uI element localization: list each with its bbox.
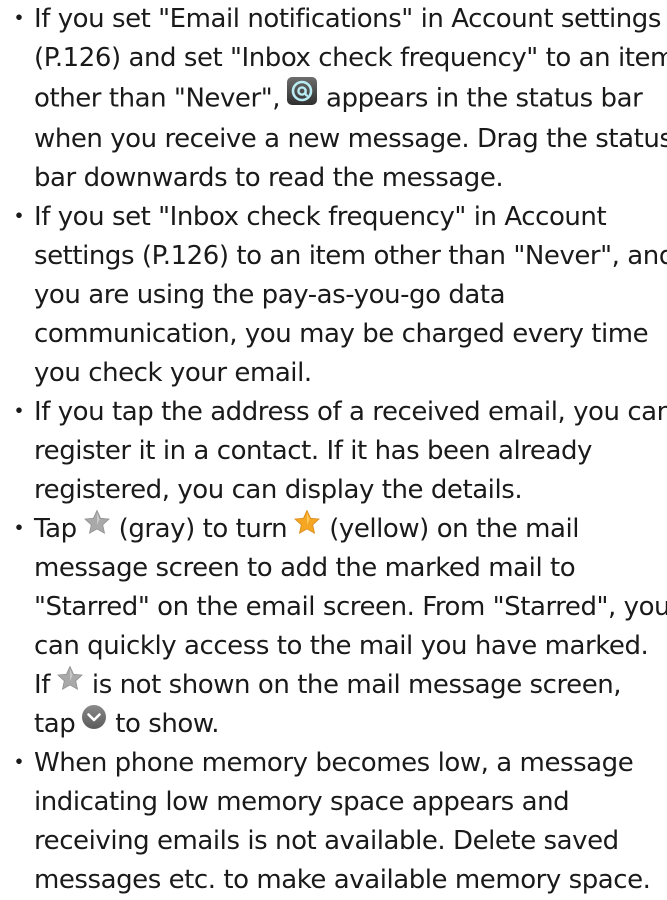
note-line: can quickly access to the mail you have … [34, 631, 649, 661]
bullet: ・ [6, 4, 32, 34]
note-line: registered, you can display the details. [34, 475, 523, 505]
note-line: When phone memory becomes low, a message [34, 748, 634, 778]
note-text: other than "Never", [34, 83, 281, 114]
note-line: bar downwards to read the message. [34, 163, 504, 193]
note-line: message screen to add the marked mail to [34, 553, 576, 583]
note-text: is not shown on the mail message screen, [91, 670, 622, 700]
note-text: (gray) to turn [118, 514, 288, 544]
note-line: If you set "Email notifications" in Acco… [34, 4, 661, 34]
star-yellow-icon [293, 508, 321, 547]
note-line: If you tap the address of a received ema… [34, 397, 667, 427]
bullet: ・ [6, 748, 32, 778]
star-gray-icon [56, 664, 84, 703]
note-line: you check your email. [34, 358, 312, 388]
note-text: (yellow) on the mail [329, 514, 580, 544]
note-line: you are using the pay-as-you-go data [34, 280, 506, 310]
expand-chevron-icon [81, 703, 107, 742]
note-line: (P.126) and set "Inbox check frequency" … [34, 43, 667, 73]
note-line: when you receive a new message. Drag the… [34, 124, 667, 154]
note-line: settings (P.126) to an item other than "… [34, 241, 667, 271]
note-email-notifications: ・ If you set "Email notifications" in Ac… [0, 0, 667, 198]
note-line: register it in a contact. If it has been… [34, 436, 592, 466]
note-line: receiving emails is not available. Delet… [34, 826, 619, 856]
note-line: If you set "Inbox check frequency" in Ac… [34, 202, 607, 232]
note-starred-mail: ・ Tap (gray) to turn (yellow) on the mai… [0, 508, 667, 744]
note-low-memory: ・ When phone memory becomes low, a messa… [0, 744, 667, 900]
bullet: ・ [6, 397, 32, 427]
email-notification-icon [286, 76, 318, 118]
note-line: "Starred" on the email screen. From "Sta… [34, 592, 667, 622]
note-text: If [34, 670, 50, 700]
star-gray-icon [83, 508, 111, 547]
notes-list: ・ If you set "Email notifications" in Ac… [0, 0, 667, 900]
note-inbox-check-frequency: ・ If you set "Inbox check frequency" in … [0, 198, 667, 393]
note-line: messages etc. to make available memory s… [34, 865, 651, 895]
note-line: communication, you may be charged every … [34, 319, 649, 349]
note-text: tap [34, 709, 76, 739]
note-register-contact: ・ If you tap the address of a received e… [0, 393, 667, 510]
note-text: Tap [34, 514, 77, 544]
note-text: appears in the status bar [326, 83, 643, 114]
note-line: indicating low memory space appears and [34, 787, 570, 817]
bullet: ・ [6, 514, 32, 544]
note-text: to show. [115, 709, 220, 739]
bullet: ・ [6, 202, 32, 232]
